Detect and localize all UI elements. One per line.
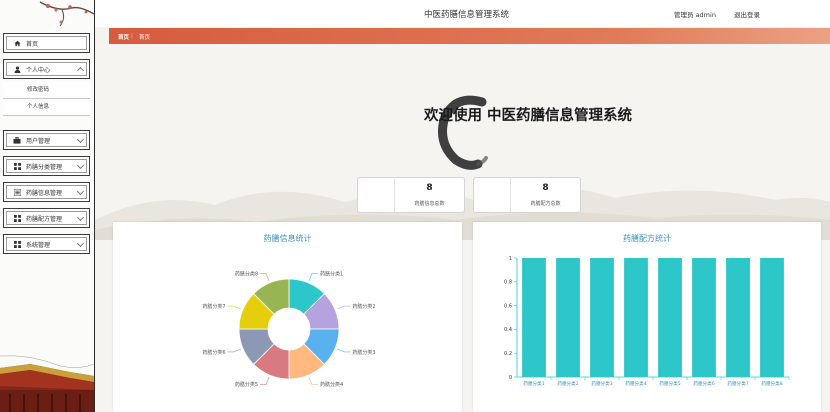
sidebar-item-label: 个人中心	[26, 66, 51, 74]
pie-label-line	[336, 348, 351, 353]
logout-link[interactable]: 退出登录	[734, 9, 760, 19]
breadcrumb-home-link[interactable]: 首页	[118, 33, 129, 41]
x-tick-label: 药膳分类2	[557, 380, 578, 387]
pie-label: 药膳分类7	[202, 303, 225, 310]
sidebar: 首页 个人中心 修改密码 个人信息 用户管理 药膳分类管理 药膳信息管理 药膳配…	[0, 0, 95, 412]
pie-label-line	[308, 273, 318, 282]
bar-chart: 0 0.2 0.4 0.6 0.8 1 药膳分类1 药膳分类2 药膳分类3 药膳分类4 药膳分类5 药…	[504, 256, 790, 387]
pie-label: 药膳分类4	[320, 381, 343, 388]
chevron-down-icon	[76, 135, 85, 144]
pie-label-line	[308, 376, 318, 385]
pie-label-line	[227, 348, 242, 353]
home-icon	[13, 39, 21, 47]
y-tick-label: 0.4	[504, 327, 512, 333]
bar[interactable]	[692, 258, 716, 377]
x-tick-label: 药膳分类3	[591, 380, 612, 387]
pie-label-line	[336, 305, 351, 310]
y-tick-label: 0.2	[504, 351, 512, 357]
list-icon	[13, 188, 21, 196]
stat-card-info-total: 8 药膳信息总数	[357, 177, 465, 213]
user-icon	[13, 65, 21, 73]
x-tick-label: 药膳分类4	[625, 380, 646, 387]
bar[interactable]	[556, 258, 580, 377]
pie-label: 药膳分类3	[352, 349, 375, 356]
sidebar-item-label: 用户管理	[26, 137, 51, 145]
sidebar-item-personal-center[interactable]: 个人中心	[3, 59, 90, 79]
recipe-statistics-panel: 药膳配方统计 0 0.2 0.4 0.6 0.8 1 药膳分类1 药膳分类2 药膳分类3 药膳分类…	[473, 222, 821, 412]
sidebar-item-label: 首页	[26, 40, 39, 48]
y-tick-label: 1	[509, 256, 512, 262]
palace-roof-illustration	[0, 350, 94, 412]
sidebar-item-recipe-management[interactable]: 药膳配方管理	[3, 208, 90, 228]
pie-label: 药膳分类2	[352, 303, 375, 310]
bar[interactable]	[726, 258, 750, 377]
sidebar-menu: 首页 个人中心 修改密码 个人信息 用户管理 药膳分类管理 药膳信息管理 药膳配…	[3, 33, 90, 260]
sidebar-item-info-management[interactable]: 药膳信息管理	[3, 182, 90, 202]
x-tick-label: 药膳分类1	[523, 380, 544, 387]
sidebar-item-label: 药膳信息管理	[26, 189, 63, 197]
bar[interactable]	[590, 258, 614, 377]
stat-value: 8	[542, 183, 549, 193]
bar[interactable]	[658, 258, 682, 377]
stat-value: 8	[426, 183, 433, 193]
submenu-personal-center: 修改密码 个人信息	[3, 82, 90, 116]
grid-icon	[13, 162, 21, 170]
x-tick-label: 药膳分类7	[727, 380, 748, 387]
app-title: 中医药膳信息管理系统	[424, 10, 510, 20]
sidebar-item-label: 药膳分类管理	[26, 163, 63, 171]
pie-chart: 药膳分类1 药膳分类2 药膳分类3 药膳分类4 药膳分类5 药膳分类6 药膳分类7 药膳分类8	[202, 270, 375, 388]
current-user: 管理员 admin	[674, 11, 716, 19]
submenu-item-profile[interactable]: 个人信息	[3, 99, 90, 116]
bar[interactable]	[760, 258, 784, 377]
chevron-down-icon	[76, 161, 85, 170]
breadcrumb-separator: |	[131, 33, 133, 39]
welcome-heading: 欢迎使用 中医药膳信息管理系统	[424, 108, 633, 124]
pie-label: 药膳分类5	[235, 381, 258, 388]
sidebar-item-category-management[interactable]: 药膳分类管理	[3, 156, 90, 176]
stat-label: 药膳配方总数	[530, 201, 561, 207]
breadcrumb: 首页 | 首页	[109, 28, 830, 44]
x-tick-label: 药膳分类5	[659, 380, 680, 387]
stat-card-recipe-total: 8 药膳配方总数	[473, 177, 581, 213]
pie-label-line	[260, 376, 270, 385]
grid-icon	[13, 240, 21, 248]
briefcase-icon	[13, 136, 21, 144]
pie-label: 药膳分类6	[202, 349, 225, 356]
x-tick-label: 药膳分类8	[761, 380, 782, 387]
pie-label-line	[260, 273, 270, 282]
submenu-item-change-password[interactable]: 修改密码	[3, 82, 90, 99]
x-tick-label: 药膳分类6	[693, 380, 714, 387]
y-tick-label: 0	[509, 375, 512, 381]
sidebar-item-user-management[interactable]: 用户管理	[3, 130, 90, 150]
sidebar-item-label: 药膳配方管理	[26, 215, 63, 223]
chevron-down-icon	[76, 239, 85, 248]
plum-blossom-decoration	[39, 1, 94, 27]
breadcrumb-current: 首页	[139, 35, 151, 41]
y-tick-label: 0.6	[504, 303, 512, 309]
pie-label: 药膳分类8	[235, 270, 258, 277]
pie-label-line	[227, 305, 242, 310]
chevron-down-icon	[76, 187, 85, 196]
bar[interactable]	[624, 258, 648, 377]
bar[interactable]	[522, 258, 546, 377]
top-header: 中医药膳信息管理系统 管理员 admin 退出登录	[95, 0, 830, 27]
info-statistics-panel: 药膳信息统计 药膳分类1 药膳分类2 药膳分类3 药膳分类4 药膳分类5 药膳分类6 药膳分…	[113, 222, 462, 412]
grid-icon	[13, 214, 21, 222]
sidebar-item-system-management[interactable]: 系统管理	[3, 234, 90, 254]
y-tick-label: 0.8	[504, 280, 512, 286]
chevron-down-icon	[76, 213, 85, 222]
sidebar-item-label: 系统管理	[26, 241, 51, 249]
chevron-up-icon	[76, 66, 85, 75]
pie-label: 药膳分类1	[320, 270, 343, 277]
stat-label: 药膳信息总数	[414, 201, 445, 207]
sidebar-item-home[interactable]: 首页	[3, 33, 90, 53]
